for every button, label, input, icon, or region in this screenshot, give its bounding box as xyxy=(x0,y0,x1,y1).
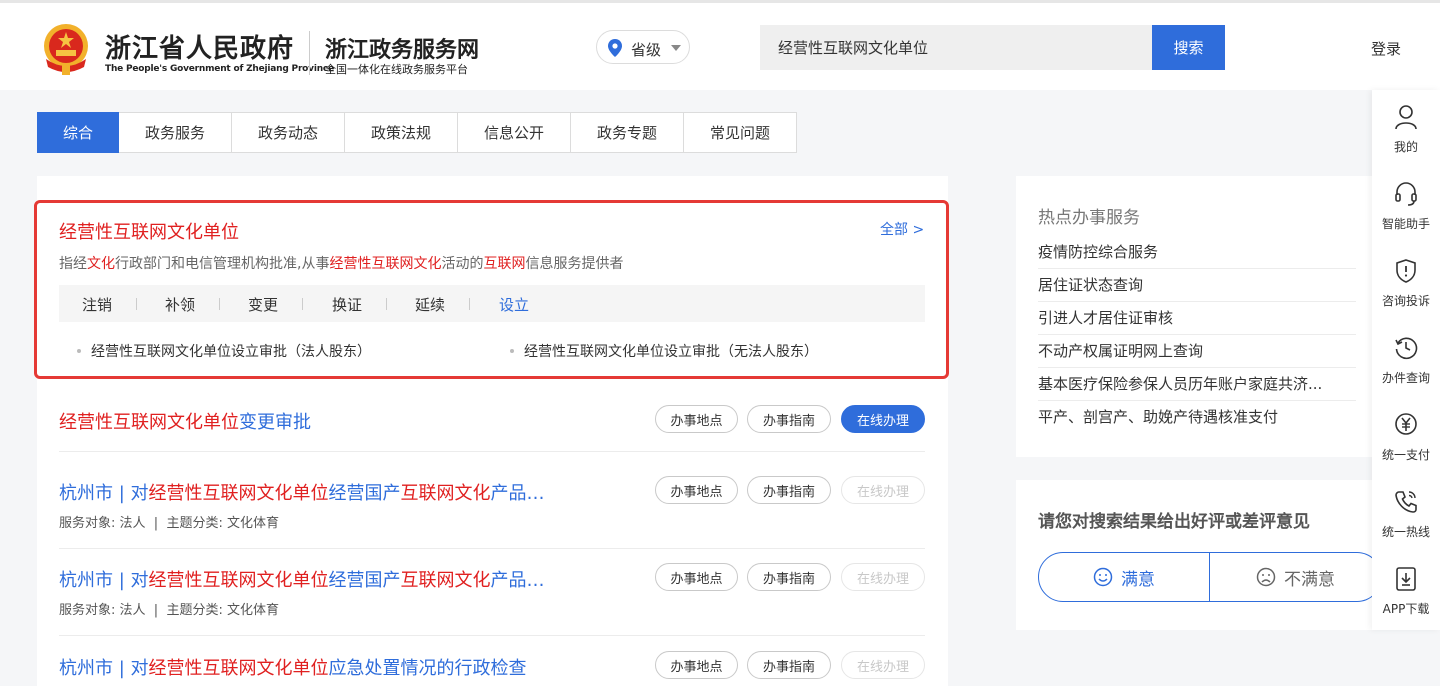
site-header: 浙江省人民政府 The People's Government of Zheji… xyxy=(0,3,1440,90)
result-meta: 服务对象: 法人 | 主题分类: 文化体育 xyxy=(59,603,280,618)
row-divider xyxy=(59,451,925,452)
shield-alert-icon xyxy=(1396,259,1416,283)
login-link[interactable]: 登录 xyxy=(1371,38,1401,59)
hot-services-panel: 热点办事服务 疫情防控综合服务 居住证状态查询 引进人才居住证审核 不动产权属证… xyxy=(1016,176,1380,457)
hot-service-item[interactable]: 平产、剖宫产、助娩产待遇核准支付 xyxy=(1038,401,1356,434)
site-subtitle: 全国一体化在线政务服务平台 xyxy=(325,63,468,76)
guide-button[interactable]: 办事指南 xyxy=(747,476,831,504)
hot-service-item[interactable]: 疫情防控综合服务 xyxy=(1038,236,1356,269)
featured-subtabs: 注销 补领 变更 换证 延续 设立 xyxy=(59,285,925,322)
result-title[interactable]: 经营性互联网文化单位变更审批 xyxy=(59,408,311,434)
header-divider xyxy=(309,31,310,75)
unsatisfied-label: 不满意 xyxy=(1284,569,1335,590)
guide-button[interactable]: 办事指南 xyxy=(747,651,831,679)
phone-icon xyxy=(1395,491,1417,513)
row-divider xyxy=(59,548,925,549)
guide-button[interactable]: 办事指南 xyxy=(747,563,831,591)
tab-info-disclosure[interactable]: 信息公开 xyxy=(458,112,571,153)
featured-description: 指经文化行政部门和电信管理机构批准,从事经营性互联网文化活动的互联网信息服务提供… xyxy=(59,256,624,272)
feedback-panel: 请您对搜索结果给出好评或差评意见 满意 不满意 xyxy=(1016,480,1382,630)
online-apply-button: 在线办理 xyxy=(841,563,925,591)
result-title[interactable]: 杭州市 | 对经营性互联网文化单位经营国产互联网文化产品… xyxy=(59,479,545,505)
sidebar-item-hotline[interactable]: 统一热线 xyxy=(1372,477,1440,547)
tab-gov-news[interactable]: 政务动态 xyxy=(232,112,345,153)
result-title[interactable]: 杭州市 | 对经营性互联网文化单位应急处置情况的行政检查 xyxy=(59,654,527,680)
download-icon xyxy=(1396,567,1416,591)
tab-policy[interactable]: 政策法规 xyxy=(345,112,458,153)
result-meta: 服务对象: 法人 | 主题分类: 文化体育 xyxy=(59,516,280,531)
search-input[interactable] xyxy=(760,25,1152,70)
satisfied-button[interactable]: 满意 xyxy=(1038,552,1210,602)
subtab-divider xyxy=(469,298,470,310)
chevron-down-icon xyxy=(671,45,681,51)
tab-gov-topics[interactable]: 政务专题 xyxy=(571,112,684,153)
region-selector[interactable]: 省级 xyxy=(596,30,690,64)
headset-icon xyxy=(1395,182,1417,206)
sidebar-item-consult[interactable]: 咨询投诉 xyxy=(1372,246,1440,316)
satisfied-label: 满意 xyxy=(1121,569,1155,590)
guide-button[interactable]: 办事指南 xyxy=(747,405,831,433)
result-title[interactable]: 杭州市 | 对经营性互联网文化单位经营国产互联网文化产品… xyxy=(59,566,545,592)
gov-name-en: The People's Government of Zhejiang Prov… xyxy=(105,64,334,74)
subtab-divider xyxy=(302,298,303,310)
subtab-change[interactable]: 变更 xyxy=(248,294,278,315)
sidebar-item-case-query[interactable]: 办件查询 xyxy=(1372,323,1440,393)
location-button[interactable]: 办事地点 xyxy=(655,651,738,679)
online-apply-button: 在线办理 xyxy=(841,651,925,679)
search-category-tabs: 综合 政务服务 政务动态 政策法规 信息公开 政务专题 常见问题 xyxy=(37,112,797,153)
unsatisfied-button[interactable]: 不满意 xyxy=(1210,552,1382,602)
subtab-reissue[interactable]: 补领 xyxy=(165,294,195,315)
yen-icon xyxy=(1395,413,1417,435)
hot-services-title: 热点办事服务 xyxy=(1038,208,1140,228)
site-name[interactable]: 浙江政务服务网 xyxy=(325,32,479,64)
view-all-link[interactable]: 全部 > xyxy=(880,219,924,239)
national-emblem-icon xyxy=(44,24,88,75)
frown-icon xyxy=(1256,567,1276,587)
online-apply-button: 在线办理 xyxy=(841,476,925,504)
subtab-extend[interactable]: 延续 xyxy=(415,294,445,315)
subtab-cancel[interactable]: 注销 xyxy=(82,294,112,315)
location-button[interactable]: 办事地点 xyxy=(655,405,738,433)
row-divider xyxy=(59,635,925,636)
online-apply-button[interactable]: 在线办理 xyxy=(841,405,925,433)
subtab-divider xyxy=(136,298,137,310)
subtab-divider xyxy=(386,298,387,310)
region-label: 省级 xyxy=(631,41,662,59)
location-button[interactable]: 办事地点 xyxy=(655,476,738,504)
subtab-renew-certificate[interactable]: 换证 xyxy=(332,294,362,315)
subtab-divider xyxy=(219,298,220,310)
user-icon xyxy=(1395,105,1417,130)
sidebar-item-mine[interactable]: 我的 xyxy=(1372,92,1440,162)
subtab-establish[interactable]: 设立 xyxy=(499,294,529,315)
history-clock-icon xyxy=(1395,337,1418,360)
hot-service-item[interactable]: 引进人才居住证审核 xyxy=(1038,302,1356,335)
location-button[interactable]: 办事地点 xyxy=(655,563,738,591)
sidebar-item-assistant[interactable]: 智能助手 xyxy=(1372,169,1440,239)
tab-gov-services[interactable]: 政务服务 xyxy=(119,112,232,153)
search-box xyxy=(760,25,1152,70)
tab-comprehensive[interactable]: 综合 xyxy=(37,112,119,153)
search-button[interactable]: 搜索 xyxy=(1152,25,1225,70)
tab-faq[interactable]: 常见问题 xyxy=(684,112,797,153)
gov-name: 浙江省人民政府 xyxy=(105,34,295,64)
location-pin-icon xyxy=(608,39,622,57)
floating-sidebar: 我的 智能助手 咨询投诉 办件查询 统一支付 统一热线 APP下载 xyxy=(1372,90,1440,630)
featured-item[interactable]: 经营性互联网文化单位设立审批（无法人股东） xyxy=(510,341,818,361)
featured-title[interactable]: 经营性互联网文化单位 xyxy=(59,218,239,244)
hot-service-item[interactable]: 居住证状态查询 xyxy=(1038,269,1356,302)
smile-icon xyxy=(1093,567,1113,587)
sidebar-item-app-download[interactable]: APP下载 xyxy=(1372,554,1440,624)
hot-service-item[interactable]: 不动产权属证明网上查询 xyxy=(1038,335,1356,368)
feedback-title: 请您对搜索结果给出好评或差评意见 xyxy=(1038,512,1310,532)
hot-service-item[interactable]: 基本医疗保险参保人员历年账户家庭共济... xyxy=(1038,368,1356,401)
featured-item[interactable]: 经营性互联网文化单位设立审批（法人股东） xyxy=(77,341,371,361)
sidebar-item-payment[interactable]: 统一支付 xyxy=(1372,400,1440,470)
